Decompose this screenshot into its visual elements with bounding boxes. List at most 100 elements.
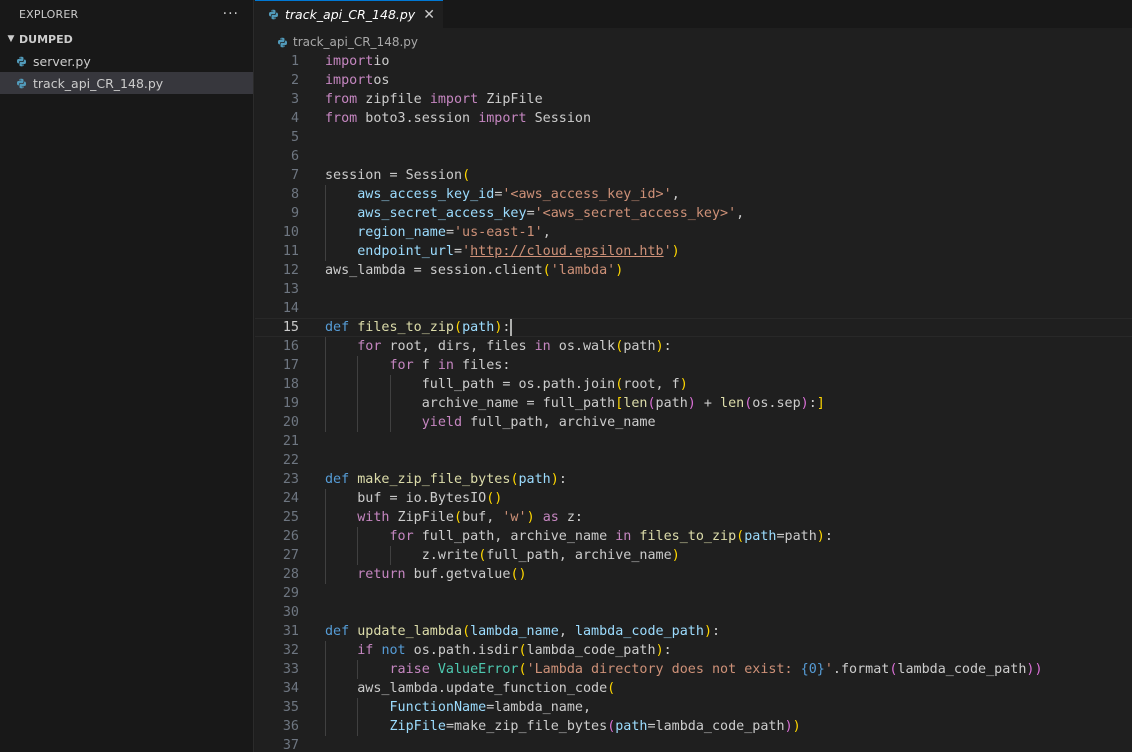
code-line[interactable]: 19 archive_name = full_path[len(path) + … [255,394,1132,413]
code-token: for [389,529,414,544]
code-token: http://cloud.epsilon.htb [470,244,664,259]
code-line[interactable]: 37 [255,736,1132,752]
code-text: for f in files: [325,356,511,375]
code-line[interactable]: 33 raise ValueError('Lambda directory do… [255,660,1132,679]
line-number: 32 [282,643,299,658]
code-line[interactable]: 3 from zipfile import ZipFile [255,90,1132,109]
code-text: aws_lambda = session.client('lambda') [325,261,623,280]
code-token: : [502,320,511,335]
code-token: + [695,396,721,411]
code-line[interactable]: 13 [255,280,1132,299]
code-token: files: [454,358,511,373]
code-token: 'us-east-1' [454,225,543,240]
line-number: 1 [290,54,299,69]
code-line[interactable]: 22 [255,451,1132,470]
code-line[interactable]: 15 def files_to_zip(path): [255,318,1132,337]
code-token: ' [663,244,672,259]
code-line[interactable]: 34 aws_lambda.update_function_code( [255,679,1132,698]
code-line[interactable]: 27 z.write(full_path, archive_name) [255,546,1132,565]
code-line[interactable]: 10 region_name='us-east-1', [255,223,1132,242]
code-token: lambda_code_path [526,643,656,658]
file-item-track-api[interactable]: track_api_CR_148.py [0,72,253,94]
line-number: 30 [282,605,299,620]
code-line[interactable]: 17 for f in files: [255,356,1132,375]
code-token: .format [832,662,890,677]
code-line[interactable]: 23 def make_zip_file_bytes(path): [255,470,1132,489]
line-number: 9 [290,206,299,221]
code-token: ) [703,624,712,639]
line-number: 15 [282,320,299,335]
more-actions-icon[interactable]: ··· [223,7,239,21]
tab-track-api[interactable]: track_api_CR_148.py ✕ [255,0,443,28]
code-token: ) [784,719,793,734]
code-text: buf = io.BytesIO() [325,489,502,508]
code-token: =lambda_code_path [647,719,785,734]
code-token: : [663,643,672,658]
code-token: def [325,472,350,487]
code-token: from [325,92,358,107]
code-line[interactable]: 11 endpoint_url='http://cloud.epsilon.ht… [255,242,1132,261]
code-line[interactable]: 7 session = Session( [255,166,1132,185]
code-token: os.walk [550,339,616,354]
code-token: , [542,225,551,240]
code-text: importos [325,71,390,90]
code-line[interactable]: 26 for full_path, archive_name in files_… [255,527,1132,546]
code-line[interactable]: 24 buf = io.BytesIO() [255,489,1132,508]
file-item-server-py[interactable]: server.py [0,50,253,72]
code-line[interactable]: 35 FunctionName=lambda_name, [255,698,1132,717]
file-label: track_api_CR_148.py [33,75,164,91]
line-number: 14 [282,301,299,316]
code-token: import [478,111,527,126]
code-line[interactable]: 31 def update_lambda(lambda_name, lambda_… [255,622,1132,641]
code-editor[interactable]: 1 importio 2 importos 3 from zipfile import Z… [255,52,1132,752]
code-line[interactable]: 30 [255,603,1132,622]
code-line[interactable]: 8 aws_access_key_id='<aws_access_key_id>… [255,185,1132,204]
code-token: session = Session [325,168,463,183]
code-token: path [623,339,656,354]
code-line[interactable]: 12 aws_lambda = session.client('lambda') [255,261,1132,280]
code-line[interactable]: 4 from boto3.session import Session [255,109,1132,128]
code-text: full_path = os.path.join(root, f) [325,375,688,394]
line-number: 6 [290,149,299,164]
code-token: path [462,320,495,335]
code-token: ) [687,396,696,411]
code-line[interactable]: 20 yield full_path, archive_name [255,413,1132,432]
file-label: server.py [33,53,91,69]
code-token: import [325,54,374,69]
code-line[interactable]: 18 full_path = os.path.join(root, f) [255,375,1132,394]
line-number: 13 [282,282,299,297]
code-token: ) [550,472,559,487]
code-line[interactable]: 2 importos [255,71,1132,90]
code-line[interactable]: 29 [255,584,1132,603]
code-token: : [663,339,672,354]
code-line[interactable]: 21 [255,432,1132,451]
folder-dumped[interactable]: ▼ DUMPED [0,28,253,50]
code-line[interactable]: 32 if not os.path.isdir(lambda_code_path… [255,641,1132,660]
code-token: buf, [462,510,503,525]
code-line[interactable]: 25 with ZipFile(buf, 'w') as z: [255,508,1132,527]
code-token: f [413,358,438,373]
close-icon[interactable]: ✕ [423,7,435,23]
code-token: len [623,396,648,411]
code-text: for full_path, archive_name in files_to_… [325,527,833,546]
code-token: root, dirs, files [381,339,535,354]
code-line[interactable]: 14 [255,299,1132,318]
line-number: 34 [282,681,299,696]
code-line[interactable]: 9 aws_secret_access_key='<aws_secret_acc… [255,204,1132,223]
code-line[interactable]: 6 [255,147,1132,166]
code-token: () [486,491,503,506]
code-line[interactable]: 1 importio [255,52,1132,71]
python-file-icon [16,56,27,66]
code-line[interactable]: 28 return buf.getvalue() [255,565,1132,584]
code-token: ( [454,510,463,525]
code-token: 'lambda' [550,263,616,278]
code-token: ' [824,662,833,677]
code-token: ) [800,396,809,411]
explorer-title: EXPLORER [19,7,79,21]
code-line[interactable]: 16 for root, dirs, files in os.walk(path… [255,337,1132,356]
code-line[interactable]: 36 ZipFile=make_zip_file_bytes(path=lamb… [255,717,1132,736]
code-line[interactable]: 5 [255,128,1132,147]
